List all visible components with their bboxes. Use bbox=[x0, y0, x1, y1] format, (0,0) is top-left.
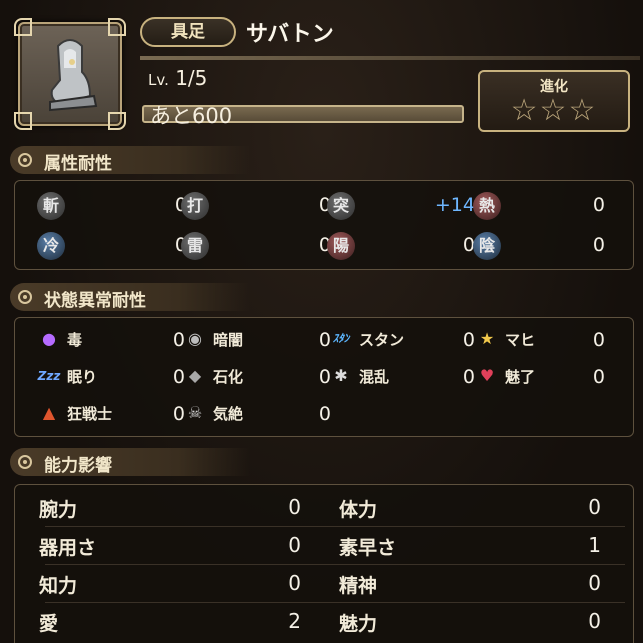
level-label: Lv. bbox=[148, 71, 169, 89]
section-title: 能力影響 bbox=[44, 456, 112, 476]
sabaton-icon bbox=[49, 39, 98, 112]
equipment-detail-screen: 具足 サバトン Lv. 1/5 あと600 進化 ☆☆☆ 属性耐性 斬 0 打 … bbox=[0, 0, 643, 643]
sleep-icon: Zzz bbox=[37, 369, 61, 383]
category-badge: 具足 bbox=[140, 17, 236, 47]
evolution-box: 進化 ☆☆☆ bbox=[478, 70, 630, 132]
status-label: 眠り bbox=[67, 368, 98, 386]
ability-value: 0 bbox=[288, 533, 301, 557]
ability-label: 器用さ bbox=[39, 537, 97, 559]
status-value: 0 bbox=[592, 329, 605, 351]
ability-label: 知力 bbox=[39, 575, 78, 597]
resist-pierce: 突 +14 bbox=[327, 192, 475, 222]
resist-heat: 熱 0 bbox=[473, 192, 605, 222]
status-confusion: ✱ 混乱 0 bbox=[327, 364, 475, 394]
ability-value: 1 bbox=[588, 533, 601, 557]
resist-cold: 冷 0 bbox=[37, 232, 187, 262]
resist-yang: 陽 0 bbox=[327, 232, 475, 262]
ability-label: 腕力 bbox=[39, 499, 78, 521]
status-resist-header: 状態異常耐性 bbox=[10, 283, 250, 311]
status-label: 混乱 bbox=[359, 368, 390, 386]
status-poison: ● 毒 0 bbox=[35, 327, 185, 357]
status-label: 狂戦士 bbox=[67, 405, 113, 423]
ability-label: 精神 bbox=[339, 575, 378, 597]
resist-value: 0 bbox=[592, 194, 605, 216]
row-divider bbox=[45, 564, 625, 565]
stun-icon: ｽﾀﾝ bbox=[332, 332, 350, 345]
ability-label: 魅力 bbox=[339, 613, 378, 635]
faint-icon: ☠ bbox=[187, 403, 203, 422]
item-name: サバトン bbox=[246, 22, 334, 47]
charm-icon: ♥ bbox=[479, 366, 495, 385]
status-label: 暗闇 bbox=[213, 331, 244, 349]
ability-label: 体力 bbox=[339, 499, 378, 521]
slash-icon: 斬 bbox=[37, 192, 65, 220]
row-divider bbox=[45, 602, 625, 603]
ability-value: 0 bbox=[588, 571, 601, 595]
status-petrify: ◆ 石化 0 bbox=[181, 364, 331, 394]
ability-panel: 腕力 0 体力 0 器用さ 0 素早さ 1 知力 0 精神 0 愛 2 魅力 0 bbox=[14, 484, 634, 643]
status-label: 気絶 bbox=[213, 405, 244, 423]
ability-value: 0 bbox=[288, 571, 301, 595]
status-darkness: ◉ 暗闇 0 bbox=[181, 327, 331, 357]
heat-icon: 熱 bbox=[473, 192, 501, 220]
status-label: マヒ bbox=[505, 331, 536, 349]
status-faint: ☠ 気絶 0 bbox=[181, 401, 331, 431]
element-resist-panel: 斬 0 打 0 突 +14 熱 0 冷 0 雷 0 陽 0 陰 0 bbox=[14, 180, 634, 270]
evolution-stars: ☆☆☆ bbox=[510, 93, 598, 128]
section-marker-icon bbox=[18, 153, 32, 167]
ability-value: 2 bbox=[288, 609, 301, 633]
row-divider bbox=[45, 526, 625, 527]
pierce-icon: 突 bbox=[327, 192, 355, 220]
yang-icon: 陽 bbox=[327, 232, 355, 260]
section-title: 状態異常耐性 bbox=[44, 291, 146, 311]
status-value: 0 bbox=[318, 403, 331, 425]
level-value: 1/5 bbox=[175, 66, 208, 90]
status-value: 0 bbox=[592, 366, 605, 388]
darkness-icon: ◉ bbox=[188, 329, 202, 348]
ability-label: 素早さ bbox=[339, 537, 397, 559]
resist-yin: 陰 0 bbox=[473, 232, 605, 262]
header-divider bbox=[140, 56, 640, 60]
ability-label: 愛 bbox=[39, 613, 59, 635]
section-marker-icon bbox=[18, 455, 32, 469]
resist-value: +14 bbox=[434, 194, 475, 216]
element-resist-header: 属性耐性 bbox=[10, 146, 250, 174]
confusion-icon: ✱ bbox=[334, 366, 348, 385]
yin-icon: 陰 bbox=[473, 232, 501, 260]
petrify-icon: ◆ bbox=[188, 366, 202, 385]
poison-icon: ● bbox=[42, 329, 56, 348]
status-resist-panel: ● 毒 0 ◉ 暗闇 0 ｽﾀﾝ スタン 0 ★ マヒ 0 Zzz 眠り 0 ◆… bbox=[14, 317, 634, 437]
status-charm: ♥ 魅了 0 bbox=[473, 364, 605, 394]
level-display: Lv. 1/5 bbox=[148, 66, 207, 90]
ability-value: 0 bbox=[588, 609, 601, 633]
paralysis-icon: ★ bbox=[479, 329, 495, 348]
resist-value: 0 bbox=[592, 234, 605, 256]
status-label: 毒 bbox=[67, 331, 83, 349]
status-label: 魅了 bbox=[505, 368, 536, 386]
status-sleep: Zzz 眠り 0 bbox=[35, 364, 185, 394]
section-title: 属性耐性 bbox=[44, 154, 112, 174]
status-paralysis: ★ マヒ 0 bbox=[473, 327, 605, 357]
strike-icon: 打 bbox=[181, 192, 209, 220]
thunder-icon: 雷 bbox=[181, 232, 209, 260]
section-marker-icon bbox=[18, 290, 32, 304]
next-exp-label: あと600 bbox=[150, 104, 233, 128]
ability-header: 能力影響 bbox=[10, 448, 250, 476]
resist-strike: 打 0 bbox=[181, 192, 331, 222]
cold-icon: 冷 bbox=[37, 232, 65, 260]
resist-thunder: 雷 0 bbox=[181, 232, 331, 262]
equipment-portrait bbox=[14, 18, 126, 130]
ability-value: 0 bbox=[288, 495, 301, 519]
status-label: スタン bbox=[359, 331, 405, 349]
status-label: 石化 bbox=[213, 368, 244, 386]
berserk-icon: ▲ bbox=[42, 403, 56, 422]
status-stun: ｽﾀﾝ スタン 0 bbox=[327, 327, 475, 357]
ability-value: 0 bbox=[588, 495, 601, 519]
resist-slash: 斬 0 bbox=[37, 192, 187, 222]
status-berserk: ▲ 狂戦士 0 bbox=[35, 401, 185, 431]
